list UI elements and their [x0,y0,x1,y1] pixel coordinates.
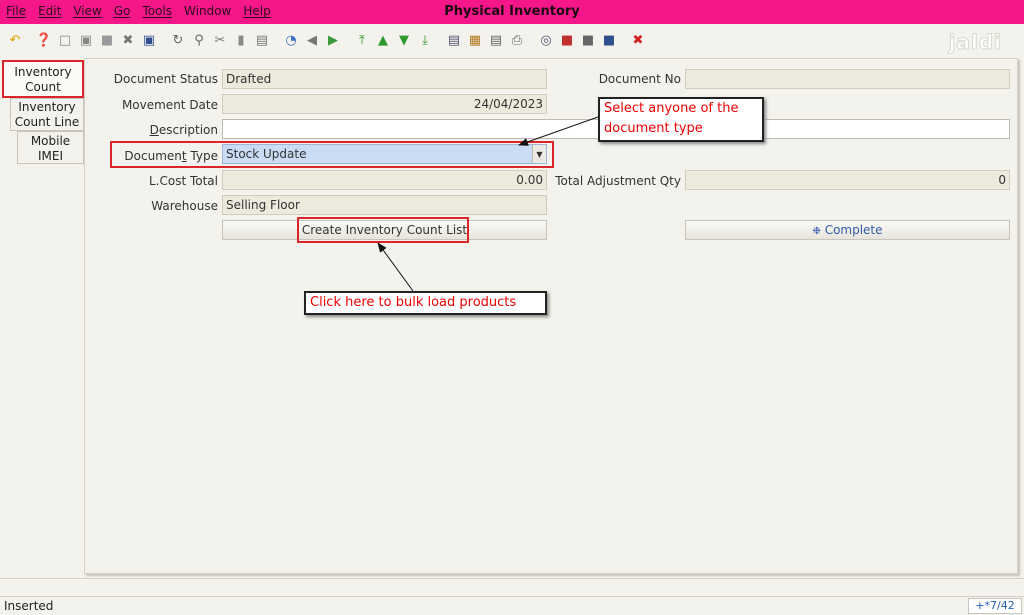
requests-icon[interactable]: ■ [579,31,597,49]
warehouse-field: Selling Floor [222,195,547,215]
print-icon[interactable]: ⎙ [508,31,526,49]
new-icon[interactable]: □ [56,31,74,49]
menu-bar: File Edit View Go Tools Window Help [6,4,271,18]
close-window-icon[interactable]: ✖ [629,31,647,49]
horizontal-scrollbar[interactable] [0,578,1024,594]
back-icon[interactable]: ◀ [303,31,321,49]
tab-mobile-imei[interactable]: Mobile IMEI [17,131,84,164]
jaldi-logo: jaldi [948,30,1002,55]
status-text: Inserted [4,599,54,613]
chat-icon[interactable]: ▮ [232,31,250,49]
attachment-icon[interactable]: ✂ [211,31,229,49]
forward-icon[interactable]: ▶ [324,31,342,49]
document-no-label: Document No [598,72,681,86]
report-icon[interactable]: ▤ [445,31,463,49]
complete-button[interactable]: ❉ Complete [685,220,1010,240]
active-workflows-icon[interactable]: ■ [558,31,576,49]
menu-item-tools[interactable]: Tools [142,4,172,18]
first-record-icon[interactable]: ⤒ [353,31,371,49]
lcost-total-field: 0.00 [222,170,547,190]
delete-selection-icon[interactable]: ✖ [119,31,137,49]
bulk-load-callout: Click here to bulk load products [304,291,547,315]
previous-record-icon[interactable]: ▲ [374,31,392,49]
tab-inventory-count[interactable]: Inventory Count [2,60,84,98]
document-no-field [685,69,1010,89]
history-icon[interactable]: ▤ [253,31,271,49]
tab-label: Inventory Count Line [14,100,80,129]
home-icon[interactable]: ◔ [282,31,300,49]
undo-icon[interactable]: ↶ [6,31,24,49]
zoom-across-icon[interactable]: ◎ [537,31,555,49]
warehouse-label: Warehouse [151,199,218,213]
copy-icon[interactable]: ▣ [77,31,95,49]
create-inventory-count-list-button[interactable]: Create Inventory Count List [222,220,547,240]
document-type-callout: Select anyone of the document type [598,97,764,142]
menu-item-view[interactable]: View [73,4,101,18]
menu-item-file[interactable]: File [6,4,26,18]
complete-label: Complete [824,223,883,237]
tab-label: Mobile IMEI [30,134,71,163]
refresh-icon[interactable]: ↻ [169,31,187,49]
lcost-total-label: L.Cost Total [148,174,218,188]
chevron-down-icon[interactable]: ▼ [532,145,546,163]
next-record-icon[interactable]: ▼ [395,31,413,49]
delete-icon[interactable]: ■ [98,31,116,49]
last-record-icon[interactable]: ⤓ [416,31,434,49]
movement-date-field: 24/04/2023 [222,94,547,114]
find-icon[interactable]: ⚲ [190,31,208,49]
tab-label: Inventory Count [14,65,72,94]
print-preview-icon[interactable]: ▤ [487,31,505,49]
status-bar: Inserted +*7/42 [0,596,1024,615]
document-type-select[interactable]: Stock Update ▼ [222,144,547,164]
document-type-label: Document Type [124,149,218,163]
menu-item-go[interactable]: Go [114,4,131,18]
document-status-label: Document Status [113,72,218,86]
gear-icon: ❉ [812,226,821,237]
product-info-icon[interactable]: ■ [600,31,618,49]
total-adjustment-qty-field: 0 [685,170,1010,190]
menu-item-window[interactable]: Window [184,4,231,18]
title-bar: File Edit View Go Tools Window Help Physical I… [0,0,1024,24]
record-indicator[interactable]: +*7/42 [968,598,1022,614]
total-adjustment-qty-label: Total Adjustment Qty [555,174,681,188]
document-status-field: Drafted [222,69,547,89]
help-icon[interactable]: ❓ [35,31,53,49]
archive-icon[interactable]: ▦ [466,31,484,49]
tab-inventory-count-line[interactable]: Inventory Count Line [10,98,84,131]
menu-item-edit[interactable]: Edit [38,4,61,18]
menu-item-help[interactable]: Help [243,4,270,18]
movement-date-label: Movement Date [121,98,218,112]
description-label: Description [149,123,218,137]
toolbar: ↶ ❓ □ ▣ ■ ✖ ▣ ↻ ⚲ ✂ ▮ ▤ ◔ ◀ ▶ ⤒ ▲ ▼ ⤓ ▤ ▦ ▤ ⎙ ◎ ■ ■ ■ ✖ [0,26,1024,54]
save-icon[interactable]: ▣ [140,31,158,49]
document-type-value: Stock Update [226,147,307,161]
